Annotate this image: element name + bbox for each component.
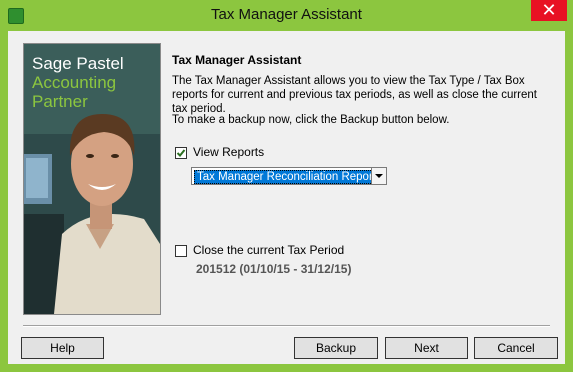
check-icon [176,149,186,157]
window-frame-bottom [0,364,573,372]
report-select[interactable]: Tax Manager Reconciliation Report [191,167,387,185]
tax-period-value: 201512 (01/10/15 - 31/12/15) [196,262,352,276]
dropdown-button[interactable] [371,168,386,184]
backup-button[interactable]: Backup [294,337,378,359]
footer-divider [23,325,550,327]
next-button[interactable]: Next [385,337,468,359]
window-title: Tax Manager Assistant [211,6,362,23]
cancel-button[interactable]: Cancel [474,337,558,359]
close-period-checkbox[interactable] [175,245,187,257]
close-period-label[interactable]: Close the current Tax Period [193,243,344,257]
backup-instructions: To make a backup now, click the Backup b… [172,114,450,126]
close-icon: ✕ [541,0,557,20]
description-text: The Tax Manager Assistant allows you to … [172,75,537,115]
hero-image: Sage Pastel Accounting Partner [23,43,161,315]
title-bar[interactable]: Tax Manager Assistant ✕ [0,0,573,31]
dialog-body: Sage Pastel Accounting Partner Tax Manag… [8,31,565,364]
chevron-down-icon [375,174,383,178]
view-reports-checkbox[interactable] [175,147,187,159]
brand-logo: Sage Pastel Accounting Partner [32,54,124,111]
view-reports-label[interactable]: View Reports [193,145,264,159]
help-button[interactable]: Help [21,337,104,359]
close-button[interactable]: ✕ [531,0,567,21]
report-select-value: Tax Manager Reconciliation Report [194,170,379,184]
page-title: Tax Manager Assistant [172,53,302,67]
